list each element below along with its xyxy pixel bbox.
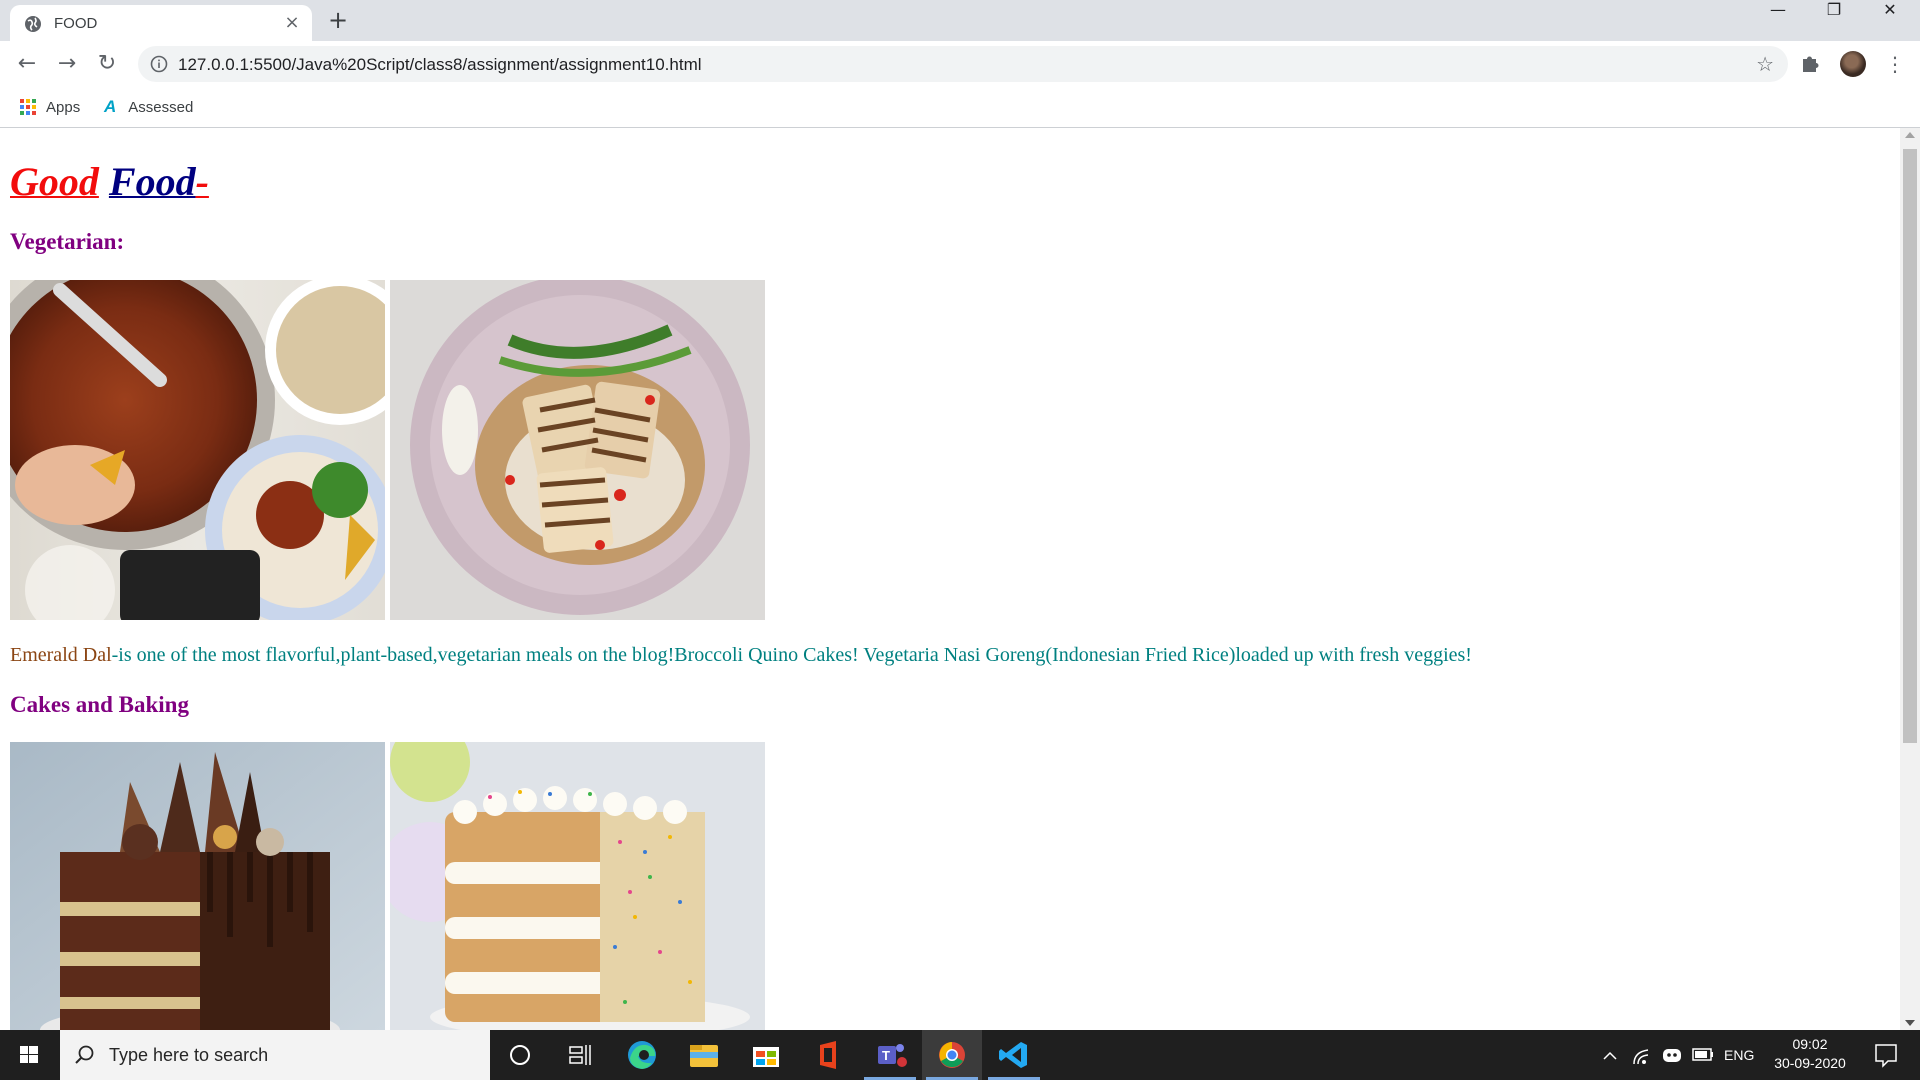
start-button[interactable] xyxy=(0,1030,58,1080)
taskbar-search-box[interactable]: Type here to search xyxy=(60,1030,490,1080)
section-heading-vegetarian: Vegetarian: xyxy=(10,229,125,254)
tab-strip: FOOD × + — ❐ ✕ xyxy=(0,0,1920,41)
url-text[interactable]: 127.0.0.1:5500/Java%20Script/class8/assi… xyxy=(178,55,702,75)
info-icon[interactable] xyxy=(150,55,168,73)
language-indicator[interactable]: ENG xyxy=(1724,1030,1754,1080)
vegetarian-image-1 xyxy=(10,280,385,620)
vscode-icon[interactable] xyxy=(984,1030,1044,1080)
bookmarks-bar: Apps A Assessed xyxy=(0,87,1920,128)
tab-title: FOOD xyxy=(54,15,98,32)
bookmark-assessed[interactable]: A Assessed xyxy=(104,95,193,119)
search-icon xyxy=(75,1045,94,1064)
windows-logo-icon xyxy=(20,1046,38,1063)
scrollbar-thumb[interactable] xyxy=(1903,149,1917,743)
bookmark-label: Assessed xyxy=(128,98,194,116)
profile-avatar[interactable] xyxy=(1840,51,1866,77)
vegetarian-image-2 xyxy=(390,280,765,620)
clock-time: 09:02 xyxy=(1792,1036,1828,1052)
browser-tab[interactable]: FOOD × xyxy=(10,5,312,41)
new-tab-button[interactable]: + xyxy=(326,8,350,32)
task-view-icon[interactable] xyxy=(550,1030,610,1080)
extensions-puzzle-icon[interactable] xyxy=(1800,52,1824,76)
show-hidden-icons-chevron-icon[interactable] xyxy=(1600,1030,1620,1080)
emerald-dal-text: Emerald Dal xyxy=(10,644,112,666)
browser-toolbar: ← → ↻ 127.0.0.1:5500/Java%20Script/class… xyxy=(0,41,1920,87)
reload-icon[interactable]: ↻ xyxy=(94,51,120,77)
minimize-button[interactable]: — xyxy=(1750,0,1806,38)
page-viewport: Good Food- Vegetarian: Emerald Dal-is on… xyxy=(0,128,1900,1030)
teams-icon[interactable]: T xyxy=(860,1030,920,1080)
svg-text:T: T xyxy=(882,1048,890,1063)
battery-icon[interactable] xyxy=(1690,1030,1716,1080)
bookmark-apps[interactable]: Apps xyxy=(20,95,80,119)
clock-date: 30-09-2020 xyxy=(1774,1055,1846,1071)
microsoft-store-icon[interactable] xyxy=(736,1030,796,1080)
assessed-logo-icon: A xyxy=(104,97,117,116)
scroll-up-arrow-icon[interactable] xyxy=(1905,132,1915,138)
file-explorer-icon[interactable] xyxy=(674,1030,734,1080)
bookmark-star-icon[interactable]: ☆ xyxy=(1756,52,1774,76)
cortana-icon[interactable] xyxy=(490,1030,550,1080)
wifi-icon[interactable] xyxy=(1630,1030,1654,1080)
more-menu-icon[interactable]: ⋮ xyxy=(1885,50,1905,78)
chrome-icon[interactable] xyxy=(922,1030,982,1080)
page-scrollbar[interactable] xyxy=(1900,128,1920,1030)
notifications-icon[interactable] xyxy=(1866,1030,1906,1080)
description-rest-text: -is one of the most flavorful,plant-base… xyxy=(111,644,1472,666)
cake-image-1 xyxy=(10,742,385,1030)
scroll-down-arrow-icon[interactable] xyxy=(1905,1020,1915,1026)
edge-browser-icon[interactable] xyxy=(612,1030,672,1080)
apps-grid-icon xyxy=(20,99,36,115)
title-dash[interactable]: - xyxy=(196,159,209,204)
clock[interactable]: 09:02 30-09-2020 xyxy=(1764,1030,1856,1080)
page-title: Good Food- xyxy=(10,158,209,205)
search-placeholder: Type here to search xyxy=(109,1045,269,1065)
tab-close-icon[interactable]: × xyxy=(282,13,302,33)
office-icon[interactable] xyxy=(798,1030,858,1080)
back-arrow-icon[interactable]: ← xyxy=(14,51,40,77)
close-window-button[interactable]: ✕ xyxy=(1862,0,1918,38)
windows-taskbar: Type here to search T ENG 09:02 30-09-20… xyxy=(0,1030,1920,1080)
forward-arrow-icon[interactable]: → xyxy=(54,51,80,77)
section-heading-cakes: Cakes and Baking xyxy=(10,692,189,717)
cake-image-2 xyxy=(390,742,765,1030)
vegetarian-description: Emerald Dal-is one of the most flavorful… xyxy=(10,644,1472,667)
globe-icon xyxy=(25,16,41,32)
discord-icon[interactable] xyxy=(1660,1030,1684,1080)
bookmark-label: Apps xyxy=(46,98,81,116)
address-bar[interactable]: 127.0.0.1:5500/Java%20Script/class8/assi… xyxy=(138,46,1788,82)
title-good[interactable]: Good xyxy=(10,159,99,204)
restore-button[interactable]: ❐ xyxy=(1806,0,1862,38)
title-food[interactable]: Food xyxy=(109,159,196,204)
